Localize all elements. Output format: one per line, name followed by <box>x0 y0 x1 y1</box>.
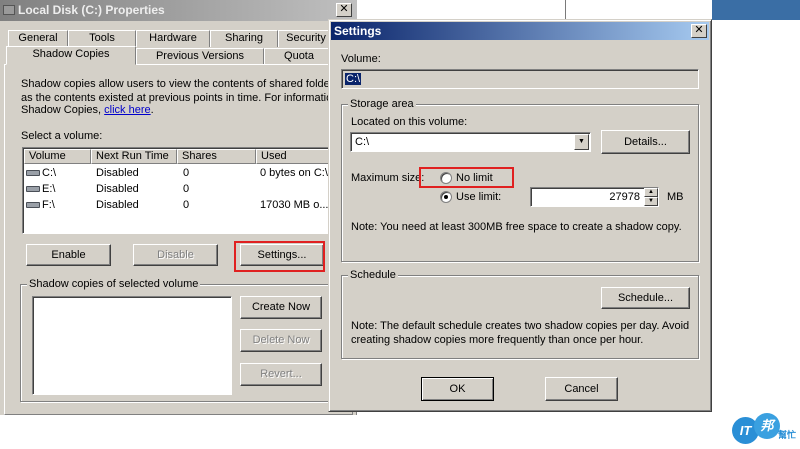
column-header-shares[interactable]: Shares <box>177 149 256 164</box>
cell-used: 17030 MB o... <box>260 199 329 211</box>
properties-title: Local Disk (C:) Properties <box>18 3 165 17</box>
tab-sharing[interactable]: Sharing <box>210 30 278 47</box>
desktop-background <box>712 0 800 20</box>
brand-logo-subtext: 幫忙 <box>778 430 797 440</box>
cell-volume: E:\ <box>42 183 56 195</box>
cell-next-run: Disabled <box>96 167 139 179</box>
schedule-button[interactable]: Schedule... <box>601 287 690 309</box>
tab-tools[interactable]: Tools <box>68 30 136 47</box>
settings-highlight <box>234 241 325 272</box>
shadow-copies-group-label: Shadow copies of selected volume <box>27 278 201 290</box>
shadow-copies-list[interactable] <box>32 296 232 395</box>
column-header-used[interactable]: Used <box>256 149 328 164</box>
cell-volume: C:\ <box>42 167 57 179</box>
settings-titlebar[interactable]: Settings <box>331 22 709 40</box>
drive-icon <box>26 170 40 177</box>
drive-icon <box>26 186 40 193</box>
storage-area-label: Storage area <box>348 98 416 110</box>
details-button[interactable]: Details... <box>601 130 690 154</box>
max-size-label: Maximum size: <box>351 172 425 184</box>
click-here-link[interactable]: click here <box>104 104 150 116</box>
use-limit-radio[interactable] <box>440 191 452 203</box>
volume-value: C:\ <box>345 73 362 85</box>
close-icon: ✕ <box>694 24 704 36</box>
tab-quota[interactable]: Quota <box>264 48 334 65</box>
table-row[interactable]: F:\ Disabled 0 17030 MB o... <box>24 197 329 213</box>
schedule-note-line-1: Note: The default schedule creates two s… <box>351 320 690 332</box>
column-header-next-run-time[interactable]: Next Run Time <box>91 149 177 164</box>
spin-down-button[interactable]: ▼ <box>644 197 658 206</box>
cell-shares: 0 <box>183 199 190 211</box>
background-window-strip <box>565 0 712 19</box>
cell-used: 0 bytes on C:\ <box>260 167 328 179</box>
ok-button[interactable]: OK <box>421 377 494 401</box>
create-now-button[interactable]: Create Now <box>240 296 322 319</box>
properties-close-button[interactable]: ✕ <box>336 3 352 17</box>
located-select[interactable]: C:\ ▼ <box>350 132 591 152</box>
cell-shares: 0 <box>183 183 190 195</box>
volume-field: C:\ <box>341 69 699 89</box>
cell-volume: F:\ <box>42 199 55 211</box>
enable-button[interactable]: Enable <box>26 244 111 266</box>
cell-next-run: Disabled <box>96 199 139 211</box>
delete-now-button[interactable]: Delete Now <box>240 329 322 352</box>
brand-logo-bang: 邦 <box>754 413 780 439</box>
limit-value: 27978 <box>609 191 640 203</box>
revert-button[interactable]: Revert... <box>240 363 322 386</box>
use-limit-label: Use limit: <box>456 191 502 203</box>
disable-button[interactable]: Disable <box>133 244 218 266</box>
disk-icon <box>3 5 15 15</box>
volume-list[interactable]: Volume Next Run Time Shares Used C:\ Dis… <box>22 147 329 234</box>
storage-note: Note: You need at least 300MB free space… <box>351 221 682 233</box>
limit-input[interactable]: 27978 <box>530 187 659 207</box>
table-row[interactable]: C:\ Disabled 0 0 bytes on C:\ <box>24 165 328 181</box>
cancel-button[interactable]: Cancel <box>545 377 618 401</box>
settings-title: Settings <box>334 24 382 38</box>
settings-close-button[interactable]: ✕ <box>691 24 707 38</box>
schedule-note-line-2: creating shadow copies more frequently t… <box>351 334 644 346</box>
tab-security[interactable]: Security <box>278 30 334 47</box>
close-icon: ✕ <box>339 3 349 15</box>
properties-titlebar[interactable]: Local Disk (C:) Properties <box>0 0 357 21</box>
schedule-label: Schedule <box>348 269 398 281</box>
description-line-3-text: Shadow Copies, <box>21 104 102 116</box>
tab-previous-versions[interactable]: Previous Versions <box>136 48 264 65</box>
chevron-down-icon[interactable]: ▼ <box>574 134 589 150</box>
column-header-volume[interactable]: Volume <box>24 149 91 164</box>
located-label: Located on this volume: <box>351 116 468 128</box>
cell-next-run: Disabled <box>96 183 139 195</box>
tab-hardware[interactable]: Hardware <box>136 30 210 47</box>
unit-label: MB <box>667 191 684 203</box>
no-limit-label: No limit <box>456 172 493 184</box>
spin-up-button[interactable]: ▲ <box>644 188 658 197</box>
tab-general[interactable]: General <box>8 30 68 47</box>
cell-shares: 0 <box>183 167 190 179</box>
select-volume-label: Select a volume: <box>21 130 103 142</box>
description-line-2: as the contents existed at previous poin… <box>21 92 329 104</box>
drive-icon <box>26 202 40 209</box>
volume-label: Volume: <box>341 53 381 65</box>
located-value: C:\ <box>355 136 370 148</box>
tab-shadow-copies[interactable]: Shadow Copies <box>6 46 136 65</box>
no-limit-radio[interactable] <box>440 172 452 184</box>
table-row[interactable]: E:\ Disabled 0 <box>24 181 328 197</box>
description-line-3: Shadow Copies, click here. <box>21 104 154 116</box>
description-line-1: Shadow copies allow users to view the co… <box>21 78 339 90</box>
